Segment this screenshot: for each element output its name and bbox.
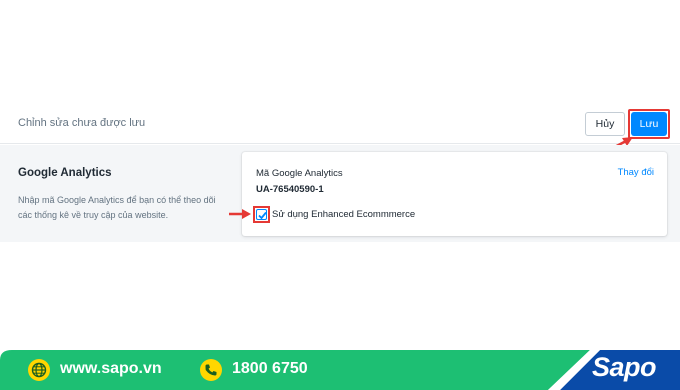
cancel-button[interactable]: Hủy xyxy=(585,112,625,136)
ga-code-label: Mã Google Analytics xyxy=(256,168,343,179)
checkbox-highlight-box xyxy=(253,206,270,223)
enhanced-ecommerce-label: Sử dụng Enhanced Ecommmerce xyxy=(272,209,416,220)
globe-icon xyxy=(28,359,50,381)
section-title: Google Analytics xyxy=(18,167,112,179)
google-analytics-card: Mã Google Analytics UA-76540590-1 Thay đ… xyxy=(242,152,667,236)
hotline-text: 1800 6750 xyxy=(232,360,308,377)
red-arrow-icon xyxy=(229,209,251,219)
ga-code-value: UA-76540590-1 xyxy=(256,184,324,195)
phone-icon xyxy=(200,359,222,381)
change-link[interactable]: Thay đổi xyxy=(618,167,654,178)
footer-banner: www.sapo.vn 1800 6750 Sapo xyxy=(0,350,680,390)
unsaved-changes-bar: Chỉnh sửa chưa được lưu xyxy=(0,104,680,144)
website-text: www.sapo.vn xyxy=(60,360,162,377)
section-description: Nhập mã Google Analytics để bạn có thể t… xyxy=(18,195,216,220)
sapo-logo: Sapo xyxy=(592,352,657,382)
unsaved-changes-text: Chỉnh sửa chưa được lưu xyxy=(18,117,146,129)
